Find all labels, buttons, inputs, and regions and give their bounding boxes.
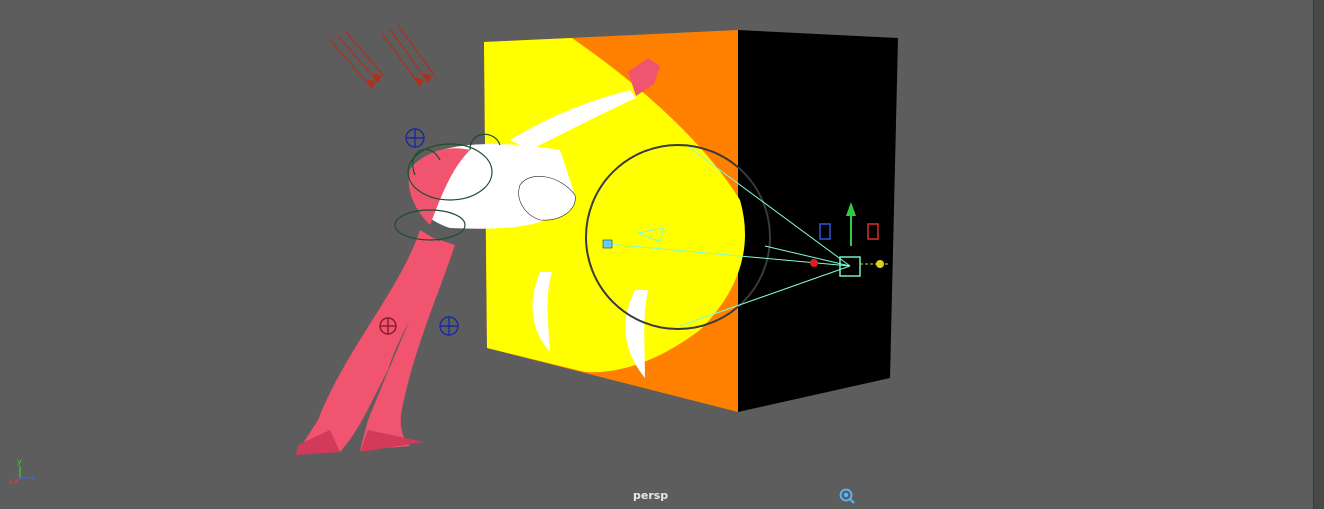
camera-name-label: persp — [633, 489, 669, 502]
locator-control-red-icon[interactable] — [379, 317, 397, 335]
camera-search-icon[interactable] — [838, 487, 856, 505]
spotlight-target-handle[interactable] — [602, 239, 613, 249]
move-x-axis-handle[interactable] — [810, 259, 818, 267]
vertical-scrollbar[interactable] — [1313, 0, 1324, 509]
directional-light-icon[interactable] — [329, 24, 437, 90]
cube-side-face[interactable] — [738, 30, 898, 412]
persp-viewport[interactable]: y x z persp — [0, 0, 1313, 509]
axis-z-label: z — [31, 473, 35, 482]
axis-orientation-gizmo: y x z — [8, 457, 35, 486]
scene-canvas[interactable] — [0, 0, 1313, 509]
axis-x-label: x — [8, 477, 13, 486]
axis-y-label: y — [17, 457, 22, 466]
